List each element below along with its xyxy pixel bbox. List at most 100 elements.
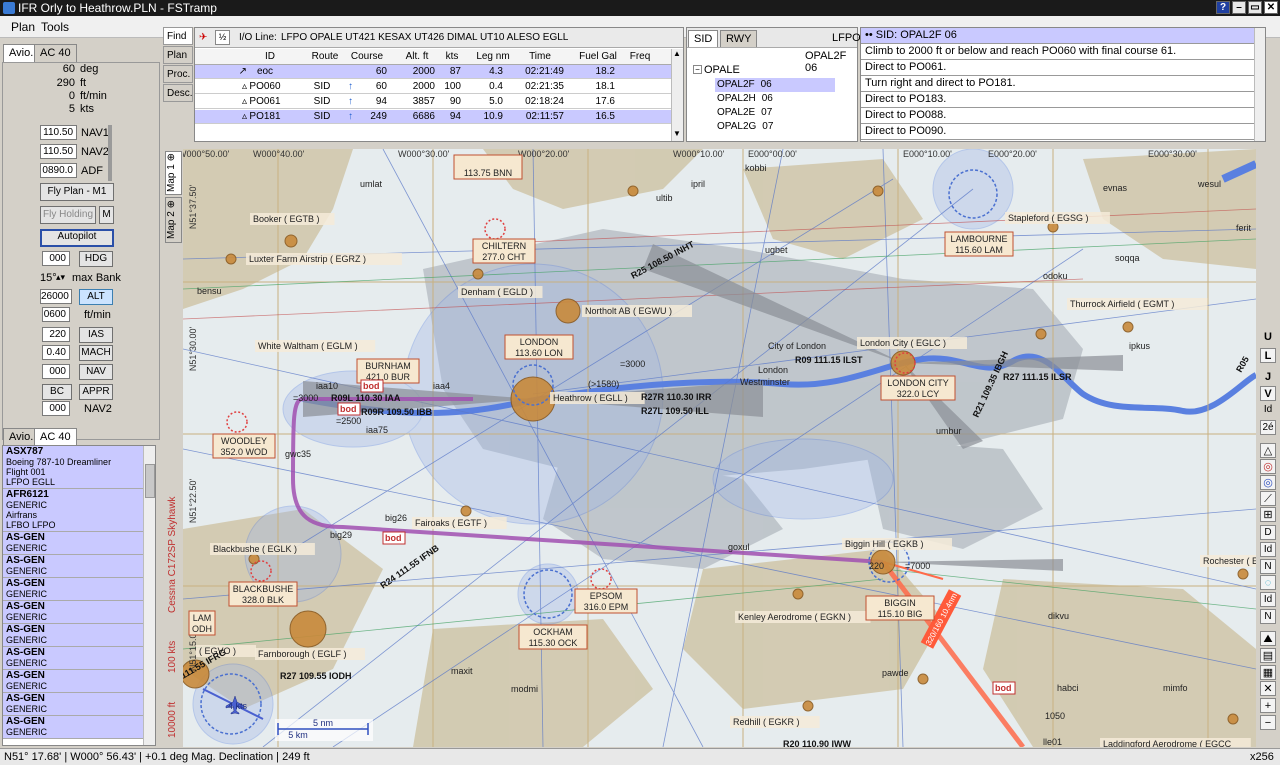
flight-plan-row[interactable]: ▵ PO181 SID 249 6686 94 10.9 02:11:57 16.5 ↑ <box>195 110 671 124</box>
tab-sid[interactable]: SID <box>688 30 719 47</box>
col-fuel[interactable]: Fuel Gal <box>575 49 621 64</box>
flight-plan-scrollbar[interactable]: ▲ ▼ <box>671 49 683 141</box>
col-course[interactable]: Course <box>349 49 385 64</box>
col-leg[interactable]: Leg nm <box>473 49 513 64</box>
tool-close-icon[interactable]: ✕ <box>1260 681 1276 696</box>
tab-map2[interactable]: Map 2 ⊕ <box>165 197 182 243</box>
nav-value[interactable]: 000 <box>42 364 70 379</box>
tab-map1[interactable]: Map 1 ⊕ <box>165 151 182 195</box>
nav2-frequency[interactable]: 110.50 <box>40 144 77 159</box>
tool-id-2[interactable]: Id <box>1260 542 1276 557</box>
aircraft-list-item[interactable]: AS-GEN GENERIC <box>3 532 155 555</box>
col-freq[interactable]: Freq <box>625 49 655 64</box>
tab-desc[interactable]: Desc. <box>163 84 193 102</box>
procedure-item[interactable]: OPAL2F 06 <box>715 78 835 92</box>
aircraft-list-item[interactable]: AS-GEN GENERIC <box>3 670 155 693</box>
fly-plan-button[interactable]: Fly Plan - M1 <box>40 183 114 201</box>
scroll-thumb[interactable] <box>145 464 155 498</box>
autopilot-button[interactable]: Autopilot <box>40 229 114 247</box>
tool-n-2[interactable]: N <box>1260 609 1276 624</box>
col-alt[interactable]: Alt. ft <box>399 49 435 64</box>
tool-airway-icon[interactable]: ⟋ <box>1260 491 1276 506</box>
col-kts[interactable]: kts <box>441 49 463 64</box>
half-button[interactable]: ½ <box>215 30 230 45</box>
alt-button[interactable]: ALT <box>79 289 113 305</box>
tool-l[interactable]: L <box>1260 348 1276 363</box>
tab-ac40[interactable]: AC 40 <box>34 44 77 62</box>
nav2-course[interactable]: 000 <box>42 401 70 416</box>
aircraft-list-item[interactable]: ASX787 Boeing 787-10 Dreamliner Flight 001… <box>3 446 155 489</box>
nav1-frequency[interactable]: 110.50 <box>40 125 77 140</box>
menu-tools[interactable]: Tools <box>41 20 69 34</box>
appr-button[interactable]: APPR <box>79 384 113 400</box>
zoom-out-icon[interactable]: − <box>1260 715 1276 730</box>
col-route[interactable]: Route <box>307 49 343 64</box>
aircraft-list-item[interactable]: AFR6121 GENERIC Airfrans LFBO LFPO <box>3 489 155 532</box>
help-icon[interactable]: ? <box>1216 1 1230 14</box>
flight-plan-row[interactable]: ▵ PO060 SID 60 2000 100 0.4 02:21:35 18.1 ↑ <box>195 80 671 94</box>
flight-plan-row[interactable]: ▵ PO061 SID 94 3857 90 5.0 02:18:24 17.6 ↑ <box>195 95 671 109</box>
tree-collapse-icon[interactable]: − <box>693 65 702 74</box>
tab-rwy[interactable]: RWY <box>720 30 758 47</box>
aircraft-list-item[interactable]: AS-GEN GENERIC <box>3 624 155 647</box>
mach-value[interactable]: 0.40 <box>42 345 70 360</box>
tool-terrain-icon[interactable]: ⛰ <box>1260 631 1276 646</box>
procedure-item[interactable]: OPAL2H 06 <box>715 92 835 106</box>
aircraft-list-item[interactable]: AS-GEN GENERIC <box>3 693 155 716</box>
tool-j[interactable]: J <box>1260 370 1276 385</box>
ias-button[interactable]: IAS <box>79 327 113 343</box>
tool-chart-icon[interactable]: ▦ <box>1260 665 1276 680</box>
aircraft-list-item[interactable]: AS-GEN GENERIC <box>3 555 155 578</box>
tab-plan[interactable]: Plan <box>163 46 193 64</box>
minimize-button[interactable]: – <box>1232 1 1246 14</box>
tool-grid-icon[interactable]: ⊞ <box>1260 507 1276 522</box>
tab-ac40-2[interactable]: AC 40 <box>34 428 77 446</box>
nav-button[interactable]: NAV <box>79 364 113 380</box>
tool-layers-icon[interactable]: ▤ <box>1260 648 1276 663</box>
tool-n[interactable]: N <box>1260 559 1276 574</box>
aircraft-list-item[interactable]: AS-GEN GENERIC <box>3 716 155 739</box>
procedure-item[interactable]: OPAL2E 07 <box>715 106 835 120</box>
tool-v[interactable]: V <box>1260 386 1276 401</box>
io-line-value[interactable]: LFPO OPALE UT421 KESAX UT426 DIMAL UT10 … <box>281 28 568 47</box>
ias-value[interactable]: 220 <box>42 327 70 342</box>
aircraft-list-item[interactable]: AS-GEN GENERIC <box>3 578 155 601</box>
fly-holding-button[interactable]: Fly Holding <box>40 206 96 224</box>
bank-arrows-icon[interactable]: ▴▾ <box>56 272 65 283</box>
col-id[interactable]: ID <box>255 49 285 64</box>
hdg-button[interactable]: HDG <box>79 251 113 267</box>
aircraft-list-item[interactable]: AS-GEN GENERIC <box>3 601 155 624</box>
map-canvas[interactable]: 320/160 10.4nm 5 nm 5 km W000°50.00' W000… <box>183 149 1256 747</box>
map-svg[interactable]: 320/160 10.4nm 5 nm 5 km W000°50.00' W000… <box>183 149 1256 747</box>
hdg-value[interactable]: 000 <box>42 251 70 266</box>
tab-find[interactable]: Find <box>163 27 193 45</box>
tool-2e[interactable]: 2é <box>1260 420 1276 435</box>
restore-button[interactable]: ▭ <box>1248 1 1262 14</box>
alt-value[interactable]: 26000 <box>40 289 72 304</box>
tool-vor-icon[interactable]: ◎ <box>1260 475 1276 490</box>
close-button[interactable]: ✕ <box>1264 1 1278 14</box>
tool-d[interactable]: D <box>1260 525 1276 540</box>
col-time[interactable]: Time <box>520 49 560 64</box>
tab-proc[interactable]: Proc. <box>163 65 193 83</box>
aircraft-list-scrollbar[interactable] <box>143 446 155 745</box>
tool-u[interactable]: U <box>1260 330 1276 345</box>
procedure-item[interactable]: OPAL2G 07 <box>715 120 835 134</box>
zoom-in-icon[interactable]: + <box>1260 698 1276 713</box>
menu-plan[interactable]: Plan <box>11 20 35 34</box>
flight-plan-row[interactable]: ↗ eoc 60 2000 87 4.3 02:21:49 18.2 <box>195 65 671 79</box>
sid-scrollbar[interactable] <box>1254 28 1265 141</box>
scroll-up-icon[interactable]: ▲ <box>673 49 681 58</box>
bc-button[interactable]: BC <box>42 384 72 400</box>
vs-setting[interactable]: 0600 <box>42 307 70 322</box>
tool-id-3[interactable]: Id <box>1260 592 1276 607</box>
aircraft-list-item[interactable]: AS-GEN GENERIC <box>3 647 155 670</box>
scroll-down-icon[interactable]: ▼ <box>673 129 681 138</box>
m-button[interactable]: M <box>99 206 114 224</box>
tool-id[interactable]: Id <box>1260 403 1276 418</box>
tool-water-icon[interactable]: ◌ <box>1260 575 1276 590</box>
aircraft-icon[interactable]: ✈ <box>199 28 207 47</box>
aircraft-list[interactable]: ASX787 Boeing 787-10 Dreamliner Flight 001… <box>2 445 156 746</box>
tree-root[interactable]: OPALE <box>704 64 740 76</box>
adf-frequency[interactable]: 0890.0 <box>40 163 77 178</box>
